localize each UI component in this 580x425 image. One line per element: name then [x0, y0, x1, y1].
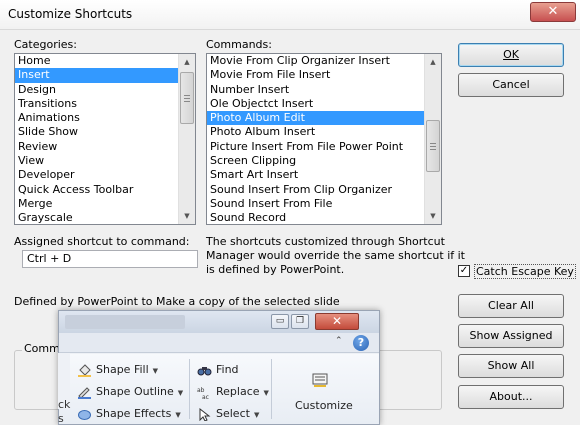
comment-group-label: Comm [22, 342, 62, 355]
list-item[interactable]: Sound Insert From File [207, 197, 424, 211]
svg-text:ab: ab [197, 387, 205, 394]
list-item[interactable]: View [15, 154, 178, 168]
list-item[interactable]: Screen Clipping [207, 154, 424, 168]
ribbon-separator [271, 359, 272, 419]
collapse-ribbon-icon[interactable]: ⌃ [335, 336, 343, 346]
list-item[interactable]: Grayscale [15, 211, 178, 224]
close-icon: ✕ [547, 4, 559, 19]
list-item[interactable]: Picture Insert From File Power Point [207, 140, 424, 154]
categories-scrollbar[interactable]: ▲ ▼ [178, 54, 195, 224]
help-icon[interactable]: ? [353, 335, 369, 351]
list-item[interactable]: Smart Art Insert [207, 168, 424, 182]
list-item[interactable]: Slide Show [15, 125, 178, 139]
commands-scrollbar[interactable]: ▲ ▼ [424, 54, 441, 224]
scroll-thumb[interactable] [426, 120, 440, 172]
list-item[interactable]: Movie From Clip Organizer Insert [207, 54, 424, 68]
about-button[interactable]: About... [458, 385, 564, 409]
minimize-icon: ▭ [275, 316, 285, 326]
catch-escape-label[interactable]: Catch Escape Key [474, 264, 576, 279]
list-item[interactable]: Developer [15, 168, 178, 182]
restore-icon: ❐ [295, 316, 305, 326]
shape-effects-button[interactable]: Shape Effects ▼ [77, 407, 181, 421]
show-all-button[interactable]: Show All [458, 354, 564, 378]
list-item[interactable]: Sound Insert From Clip Organizer [207, 183, 424, 197]
ok-button[interactable]: OK [458, 43, 564, 67]
pen-icon [78, 386, 91, 399]
defined-by-text: Defined by PowerPoint to Make a copy of … [14, 295, 340, 308]
paint-bucket-icon [78, 363, 91, 377]
find-button[interactable]: Find [197, 363, 239, 377]
ribbon-separator [189, 359, 190, 419]
categories-listbox[interactable]: Home Insert Design Transitions Animations Sli… [14, 53, 196, 225]
list-item[interactable]: Design [15, 83, 178, 97]
ribbon-fragment-text-2: s [58, 412, 64, 425]
assigned-shortcut-label: Assigned shortcut to command: [14, 235, 190, 248]
shape-effects-icon [78, 409, 91, 420]
replace-button[interactable]: ab ac Replace ▼ [197, 385, 269, 399]
shape-outline-button[interactable]: Shape Outline ▼ [77, 385, 183, 399]
minimize-button[interactable]: ▭ [271, 314, 289, 329]
cancel-button[interactable]: Cancel [458, 73, 564, 97]
ribbon-window-titlebar: ▭ ❐ ✕ [59, 311, 379, 333]
catch-escape-checkbox[interactable]: ✓ [458, 265, 470, 277]
show-assigned-button[interactable]: Show Assigned [458, 324, 564, 348]
list-item[interactable]: Home [15, 54, 178, 68]
note-line-2: Manager would override the same shortcut… [206, 249, 465, 262]
shape-fill-button[interactable]: Shape Fill ▼ [77, 363, 158, 377]
cursor-icon [199, 407, 211, 421]
scroll-up-icon[interactable]: ▲ [179, 54, 195, 70]
commands-listbox[interactable]: Movie From Clip Organizer Insert Movie Fr… [206, 53, 442, 225]
list-item[interactable]: Quick Access Toolbar [15, 183, 178, 197]
ribbon-fragment-text: ck [58, 398, 71, 411]
list-item[interactable]: Animations [15, 111, 178, 125]
list-item[interactable]: Ole Objectct Insert [207, 97, 424, 111]
dialog-title: Customize Shortcuts [8, 7, 133, 21]
title-bar: Customize Shortcuts ✕ [0, 0, 580, 30]
list-item[interactable]: Photo Album Insert [207, 125, 424, 139]
scroll-up-icon[interactable]: ▲ [425, 54, 441, 70]
categories-label: Categories: [14, 38, 77, 51]
scroll-down-icon[interactable]: ▼ [179, 208, 195, 224]
list-item[interactable]: Number Insert [207, 83, 424, 97]
scroll-thumb[interactable] [180, 72, 194, 124]
commands-label: Commands: [206, 38, 272, 51]
close-icon: ✕ [331, 314, 343, 328]
assigned-shortcut-field[interactable]: Ctrl + D [22, 250, 198, 268]
list-item[interactable]: Movie From File Insert [207, 68, 424, 82]
list-item[interactable]: Review [15, 140, 178, 154]
commands-items: Movie From Clip Organizer Insert Movie Fr… [207, 54, 424, 224]
ribbon-overlay-window: ▭ ❐ ✕ ⌃ ? Shape Fill ▼ Shape Outline ▼ Sha… [58, 310, 380, 425]
svg-text:ac: ac [202, 394, 209, 399]
list-item[interactable]: Transitions [15, 97, 178, 111]
clear-all-button[interactable]: Clear All [458, 294, 564, 318]
binoculars-icon [197, 366, 212, 375]
note-line-1: The shortcuts customized through Shortcu… [206, 235, 445, 248]
categories-items: Home Insert Design Transitions Animations Sli… [15, 54, 178, 224]
ribbon-close-button[interactable]: ✕ [315, 313, 359, 330]
blurred-title [65, 315, 185, 329]
select-button[interactable]: Select ▼ [197, 407, 259, 421]
replace-icon: abac [197, 387, 209, 399]
scroll-down-icon[interactable]: ▼ [425, 208, 441, 224]
list-item[interactable]: Insert [15, 68, 178, 83]
note-line-3: is defined by PowerPoint. [206, 263, 345, 276]
list-item[interactable]: Merge [15, 197, 178, 211]
customize-icon [311, 371, 329, 392]
close-button[interactable]: ✕ [530, 2, 576, 22]
list-item[interactable]: Photo Album Edit [207, 111, 424, 126]
customize-button[interactable]: Customize [295, 399, 353, 412]
checkmark-icon: ✓ [459, 265, 469, 276]
restore-button[interactable]: ❐ [291, 314, 309, 329]
ribbon-tab-row: ⌃ ? [59, 333, 379, 353]
list-item[interactable]: Sound Record [207, 211, 424, 224]
